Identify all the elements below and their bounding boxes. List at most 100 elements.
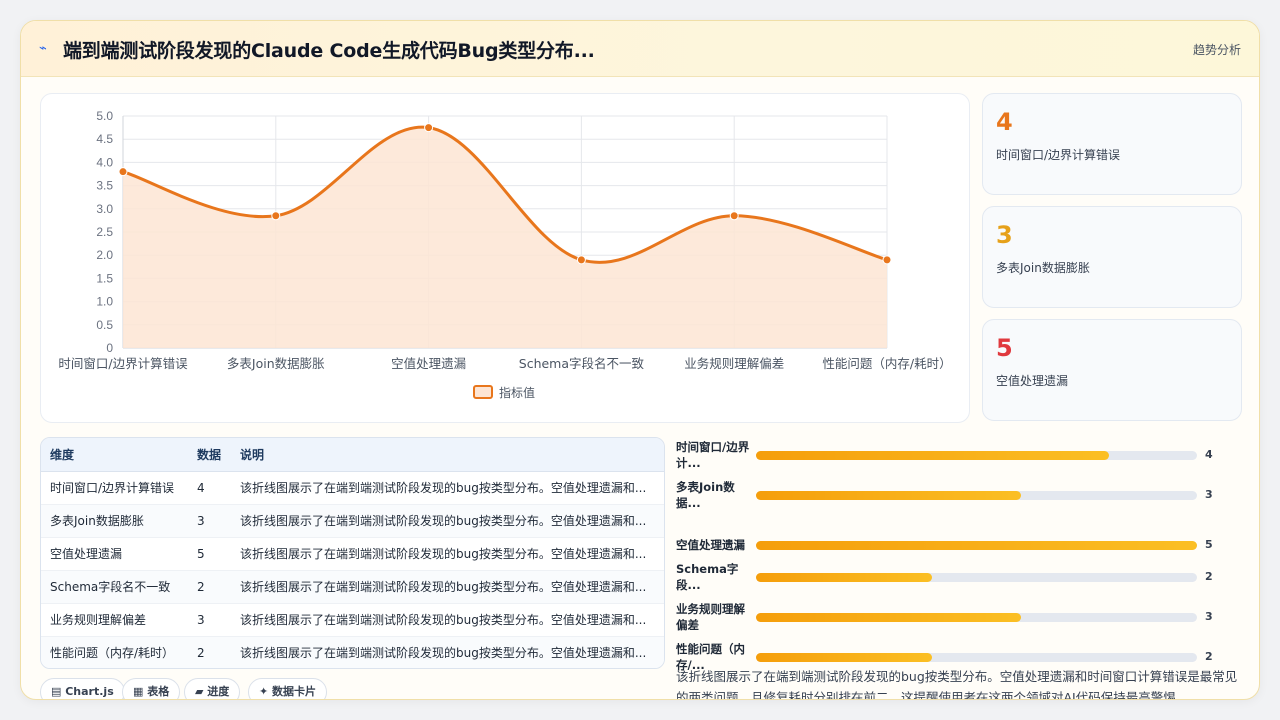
data-table: 维度 数据 说明 时间窗口/边界计算错误 4 该折线图展示了在端到端测试阶段发现… (41, 438, 664, 668)
progress-label: 空值处理遗漏 (676, 538, 745, 552)
progress-value: 2 (1205, 570, 1213, 583)
progress-fill (756, 451, 1109, 460)
table-cell: 2 (188, 636, 231, 668)
tab-table[interactable]: ▦ 表格 (122, 678, 181, 699)
progress-label: 多表Join数据... (676, 480, 735, 510)
y-tick-label: 4.0 (96, 155, 113, 169)
data-point (576, 255, 586, 265)
table-cell: 多表Join数据膨胀 (41, 504, 188, 538)
data-table-card: 维度 数据 说明 时间窗口/边界计算错误 4 该折线图展示了在端到端测试阶段发现… (40, 437, 665, 669)
table-row: 空值处理遗漏 5 该折线图展示了在端到端测试阶段发现的bug按类型分布。空值处理… (41, 537, 664, 571)
stat-value: 4 (996, 108, 1013, 136)
table-row: 时间窗口/边界计算错误 4 该折线图展示了在端到端测试阶段发现的bug按类型分布… (41, 471, 664, 505)
table-cell: 3 (188, 504, 231, 538)
data-point (271, 211, 281, 221)
table-cell: 3 (188, 603, 231, 637)
dashboard-frame: ⌁ 端到端测试阶段发现的Claude Code生成代码Bug类型分布... 趋势… (20, 20, 1260, 700)
progress-fill (756, 653, 933, 662)
y-tick-label: 0.5 (96, 318, 113, 332)
table-cell: 业务规则理解偏差 (41, 603, 188, 637)
table-cell: 4 (188, 471, 231, 505)
legend-swatch (473, 385, 493, 399)
progress-value: 3 (1205, 610, 1213, 623)
progress-fill (756, 613, 1021, 622)
x-tick-label: 业务规则理解偏差 (684, 356, 784, 371)
y-tick-label: 3.0 (96, 202, 113, 216)
progress-track (756, 653, 1197, 662)
stat-label: 空值处理遗漏 (996, 374, 1069, 388)
progress-track (756, 541, 1197, 550)
x-tick-label: 多表Join数据膨胀 (227, 356, 325, 371)
table-icon: ▦ (133, 685, 148, 698)
header-bar: ⌁ 端到端测试阶段发现的Claude Code生成代码Bug类型分布... 趋势… (21, 21, 1259, 77)
chart-description: 该折线图展示了在端到端测试阶段发现的bug按类型分布。空值处理遗漏和时间窗口计算… (676, 669, 1238, 700)
column-header: 说明 (231, 438, 664, 472)
y-tick-label: 2.0 (96, 248, 113, 262)
progress-track (756, 573, 1197, 582)
column-header: 数据 (188, 438, 231, 472)
progress-track (756, 451, 1197, 460)
progress-icon: ▰ (195, 685, 208, 698)
table-cell: 该折线图展示了在端到端测试阶段发现的bug按类型分布。空值处理遗漏和... (231, 636, 664, 668)
tab-chartjs[interactable]: ▤ Chart.js (40, 678, 125, 699)
x-tick-label: 空值处理遗漏 (391, 356, 466, 371)
table-header-row: 维度 数据 说明 (41, 438, 664, 472)
progress-label: 时间窗口/边界计... (676, 440, 750, 470)
progress-value: 2 (1205, 650, 1213, 663)
progress-fill (756, 491, 1021, 500)
line-chart: 0 0.5 1.0 1.5 2.0 2.5 3.0 3.5 4.0 4.5 5.0 时间窗口/边界计算… (58, 109, 951, 400)
table-row: 性能问题（内存/耗时） 2 该折线图展示了在端到端测试阶段发现的bug按类型分布… (41, 636, 664, 668)
progress-label: 业务规则理解偏差 (676, 602, 745, 632)
tab-progress[interactable]: ▰ 进度 (184, 678, 241, 699)
column-header: 维度 (41, 438, 188, 472)
chart-icon: ▤ (51, 685, 66, 698)
sparkle-icon: ✦ (259, 685, 273, 698)
table-cell: 该折线图展示了在端到端测试阶段发现的bug按类型分布。空值处理遗漏和... (231, 603, 664, 637)
trend-analysis-link[interactable]: 趋势分析 (1193, 41, 1241, 58)
y-tick-label: 2.5 (96, 225, 113, 239)
table-row: 多表Join数据膨胀 3 该折线图展示了在端到端测试阶段发现的bug按类型分布。… (41, 504, 664, 538)
progress-track (756, 613, 1197, 622)
table-cell: 该折线图展示了在端到端测试阶段发现的bug按类型分布。空值处理遗漏和... (231, 471, 664, 505)
table-cell: 性能问题（内存/耗时） (41, 636, 188, 668)
lightning-icon: ⌁ (39, 41, 47, 56)
data-point (118, 167, 128, 177)
stat-value: 5 (996, 334, 1013, 362)
x-tick-label: 时间窗口/边界计算错误 (58, 356, 188, 371)
y-tick-label: 0 (106, 341, 113, 355)
progress-bar-list: 时间窗口/边界计... 4 多表Join数据... 3 空值处理遗漏 5 Sch… (676, 437, 1246, 672)
stat-label: 时间窗口/边界计算错误 (996, 148, 1121, 162)
progress-label: Schema字段... (676, 562, 739, 592)
progress-fill (756, 541, 1197, 550)
progress-track (756, 491, 1197, 500)
table-row: 业务规则理解偏差 3 该折线图展示了在端到端测试阶段发现的bug按类型分布。空值… (41, 603, 664, 637)
line-chart-card: 0 0.5 1.0 1.5 2.0 2.5 3.0 3.5 4.0 4.5 5.0 时间窗口/边界计算… (40, 93, 970, 423)
x-tick-label: 性能问题（内存/耗时） (822, 356, 951, 371)
y-tick-label: 4.5 (96, 132, 113, 146)
y-tick-label: 3.5 (96, 179, 113, 193)
stat-value: 3 (996, 221, 1013, 249)
x-tick-label: Schema字段名不一致 (519, 356, 645, 371)
legend-label: 指标值 (499, 385, 535, 400)
table-cell: 5 (188, 537, 231, 571)
y-tick-label: 1.0 (96, 295, 113, 309)
stat-card-2: 3 多表Join数据膨胀 (982, 206, 1242, 308)
data-point (424, 123, 434, 133)
y-tick-label: 5.0 (96, 109, 113, 123)
table-cell: Schema字段名不一致 (41, 570, 188, 604)
stat-card-3: 5 空值处理遗漏 (982, 319, 1242, 421)
progress-value: 5 (1205, 538, 1213, 551)
stat-label: 多表Join数据膨胀 (996, 261, 1090, 275)
data-point (729, 211, 739, 221)
table-row: Schema字段名不一致 2 该折线图展示了在端到端测试阶段发现的bug按类型分… (41, 570, 664, 604)
table-cell: 2 (188, 570, 231, 604)
progress-value: 3 (1205, 488, 1213, 501)
table-cell: 该折线图展示了在端到端测试阶段发现的bug按类型分布。空值处理遗漏和... (231, 504, 664, 538)
stat-card-1: 4 时间窗口/边界计算错误 (982, 93, 1242, 195)
data-point (882, 255, 892, 265)
table-cell: 时间窗口/边界计算错误 (41, 471, 188, 505)
y-tick-label: 1.5 (96, 271, 113, 285)
table-cell: 该折线图展示了在端到端测试阶段发现的bug按类型分布。空值处理遗漏和... (231, 570, 664, 604)
tab-data-cards[interactable]: ✦ 数据卡片 (248, 678, 328, 699)
series-area (123, 127, 887, 348)
